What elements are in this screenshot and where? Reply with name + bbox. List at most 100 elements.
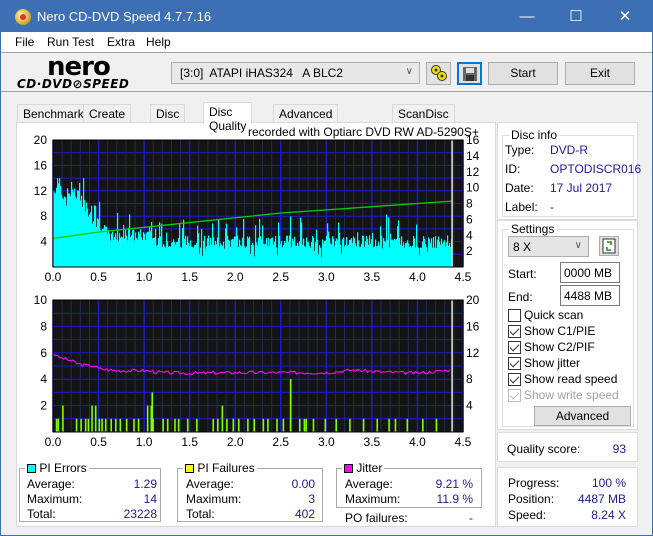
po-failures-label: PO failures: [345, 511, 408, 525]
speed-select[interactable]: 8 X ∨ [508, 236, 589, 257]
y-right-tick-label: 10 [466, 181, 480, 195]
jitter-title: Jitter [356, 461, 383, 475]
pi-failures-title: PI Failures [197, 461, 255, 475]
start-input[interactable]: 0000 MB [560, 262, 620, 283]
y-left-tick-label: 4 [40, 372, 47, 386]
checkbox[interactable] [508, 325, 521, 338]
pi-failure-bar [267, 418, 269, 432]
checkbox[interactable] [508, 309, 521, 322]
y-right-tick-label: 20 [466, 294, 480, 307]
pi-errors-swatch [27, 464, 36, 473]
checkbox-label: Show C1/PIE [524, 324, 596, 338]
tab-advanced-disc-quality[interactable]: Advanced Disc Quality [273, 104, 339, 149]
jitter-stat-label: Maximum: [345, 492, 401, 506]
drive-select[interactable]: [3:0] ATAPI iHAS324 A BLC2 ∨ [171, 62, 420, 84]
settings-box: Settings 8 X ∨ Start: 0000 MB End: 4488 … [497, 220, 638, 430]
pi-failure-bar [388, 418, 390, 432]
app-icon [15, 9, 31, 25]
checkbox[interactable] [508, 389, 521, 402]
advanced-button[interactable]: Advanced [534, 406, 631, 426]
x-tick-label: 2.5 [272, 270, 289, 284]
tab-benchmark[interactable]: Benchmark [17, 104, 90, 123]
pi-failure-bar [137, 418, 140, 432]
minimize-button[interactable]: — [504, 1, 550, 32]
pi-failures-stat-value: 0.00 [291, 477, 315, 491]
y-right-tick-label: 6 [466, 212, 473, 226]
pi-failure-bar [166, 418, 169, 432]
drive-properties-button[interactable] [426, 62, 451, 85]
pi-failure-bar [212, 418, 215, 432]
chevron-down-icon: ∨ [405, 66, 413, 77]
pi-failure-bar [349, 418, 351, 432]
pi-failure-bar [146, 405, 149, 432]
quality-score-label: Quality score: [507, 442, 581, 456]
checkbox[interactable] [508, 341, 521, 354]
menu-file[interactable]: File [15, 35, 34, 49]
tab-disc-quality[interactable]: Disc Quality [203, 102, 253, 133]
pi-failure-bar [394, 418, 397, 432]
tab-scandisc[interactable]: ScanDisc [392, 104, 455, 123]
pi-failure-bar [237, 418, 240, 432]
checkbox-label: Show C2/PIF [524, 340, 595, 354]
progress-label: Position: [508, 492, 555, 506]
pi-failure-bar [110, 418, 112, 432]
checkbox[interactable] [508, 357, 521, 370]
pi-failures-stat-value: 402 [294, 507, 315, 521]
pi-failure-bar [299, 418, 301, 432]
pi-failure-bar [94, 405, 97, 432]
pi-failures-stat-label: Total: [186, 507, 215, 521]
pi-failures-stat-label: Maximum: [186, 492, 242, 506]
pi-failure-bar [57, 418, 60, 432]
jitter-stat-label: Average: [345, 477, 393, 491]
x-tick-label: 4.5 [455, 435, 472, 449]
refresh-button[interactable] [599, 236, 619, 256]
po-failures-value: - [469, 511, 473, 525]
x-tick-label: 3.5 [364, 270, 381, 284]
y-right-tick-label: 16 [466, 319, 480, 333]
menu-bar: File Run Test Extra Help [1, 32, 652, 52]
progress-value: 100 % [591, 476, 626, 490]
menu-help[interactable]: Help [146, 35, 171, 49]
y-left-tick-label: 20 [34, 134, 48, 147]
pi-failure-bar [133, 418, 135, 432]
pi-failure-bar [262, 418, 265, 432]
pi-failures-jitter-chart: 0.0 0.5 1.0 1.5 2.0 2.5 3.0 3.5 4.0 4.5 10 8 6 4 2 20 16… [34, 294, 480, 449]
logo-speed-text: CD·DVD⊘SPEED [17, 77, 130, 91]
y-left-tick-label: 4 [40, 235, 47, 249]
pi-failure-bar [119, 418, 122, 432]
chevron-down-icon: ∨ [574, 240, 582, 251]
pi-failure-bar [151, 392, 153, 432]
checkbox[interactable] [508, 373, 521, 386]
x-tick-label: 4.0 [409, 270, 426, 284]
checkbox-label: Show write speed [524, 388, 619, 402]
disc-info-label: ID: [505, 162, 521, 176]
jitter-legend: Jitter [342, 461, 385, 475]
save-button[interactable] [457, 62, 482, 85]
disc-info-box: Disc info Type: DVD-R ID: OPTODISCR016 Dat… [497, 122, 642, 220]
checkbox-label: Show jitter [524, 356, 581, 370]
progress-label: Speed: [508, 508, 547, 522]
disc-info-value: 17 Jul 2017 [550, 181, 613, 195]
x-tick-label: 4.5 [455, 270, 472, 284]
tab-create-disc[interactable]: Create Disc [83, 104, 132, 135]
pi-errors-title: PI Errors [39, 461, 87, 475]
x-tick-label: 4.0 [409, 435, 426, 449]
pi-failures-stat-label: Average: [186, 477, 234, 491]
close-button[interactable]: ✕ [602, 1, 648, 32]
tab-disc-info[interactable]: Disc Info [150, 104, 186, 135]
pi-failure-bar [75, 418, 78, 432]
x-tick-label: 1.5 [181, 270, 198, 284]
pi-failure-bar [174, 418, 176, 432]
maximize-button[interactable]: ☐ [553, 1, 599, 32]
end-input[interactable]: 4488 MB [560, 285, 620, 306]
checkbox-label: Quick scan [524, 308, 584, 322]
menu-extra[interactable]: Extra [107, 35, 135, 49]
pi-errors-stat-value: 23228 [123, 507, 157, 521]
disc-info-value: OPTODISCR016 [550, 162, 642, 176]
menu-run-test[interactable]: Run Test [47, 35, 94, 49]
start-button[interactable]: Start [488, 62, 558, 85]
pi-failures-swatch [185, 464, 194, 473]
pi-failure-bar [196, 418, 198, 432]
exit-button[interactable]: Exit [565, 62, 635, 85]
pi-failure-bar [186, 418, 189, 432]
